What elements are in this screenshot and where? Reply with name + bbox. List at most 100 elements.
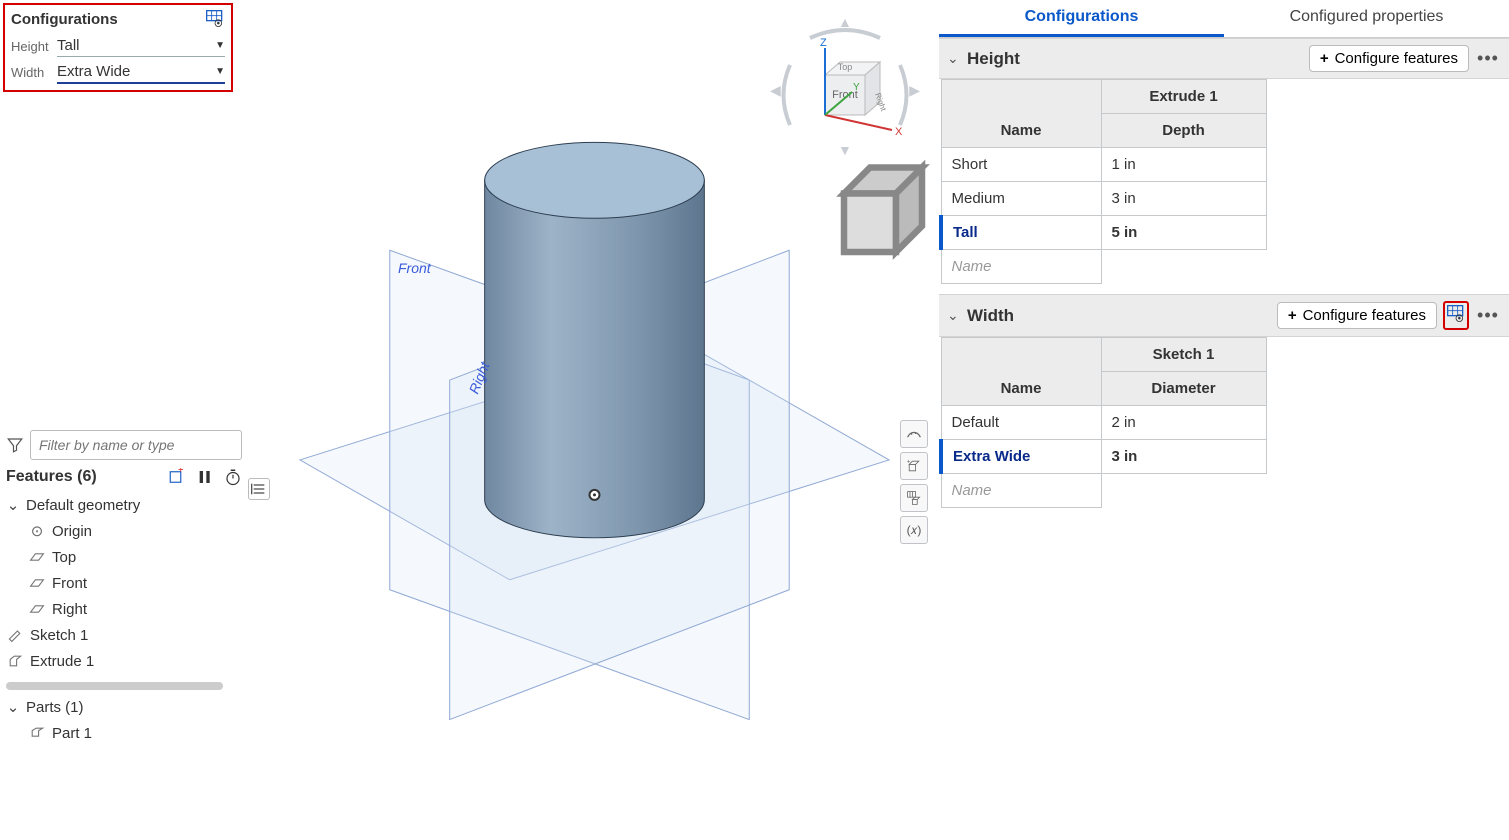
width-feature-header: Sketch 1	[1101, 338, 1266, 372]
add-row-placeholder[interactable]: Name	[941, 250, 1101, 284]
features-heading: Features (6)	[6, 468, 158, 486]
row-name[interactable]: Default	[941, 406, 1101, 440]
name-header: Name	[941, 338, 1101, 406]
add-feature-icon[interactable]	[168, 468, 186, 486]
top-plane-label: Top	[52, 549, 76, 566]
sketch-icon	[6, 626, 24, 644]
sketch-label: Sketch 1	[30, 627, 88, 644]
right-plane-label: Right	[52, 601, 87, 618]
sketch-node[interactable]: Sketch 1	[6, 622, 242, 648]
plus-icon: +	[1288, 307, 1297, 324]
default-geometry-label: Default geometry	[26, 497, 140, 514]
row-name[interactable]: Short	[941, 148, 1101, 182]
row-name[interactable]: Tall	[941, 216, 1101, 250]
configure-features-button[interactable]: + Configure features	[1309, 45, 1469, 72]
part-label: Part 1	[52, 725, 92, 742]
width-value: Extra Wide	[57, 63, 130, 80]
filter-input[interactable]	[30, 430, 242, 460]
config-float-panel: Configurations Height Tall ▼ Width Extra…	[3, 3, 233, 92]
x-axis-label: X	[895, 126, 903, 138]
height-section-header[interactable]: ⌄ Height + Configure features •••	[939, 38, 1509, 79]
grid-visibility-icon[interactable]	[205, 9, 225, 29]
caret-down-icon: ▼	[215, 66, 225, 77]
stopwatch-icon[interactable]	[224, 468, 242, 486]
cube-up-arrow[interactable]: ▲	[838, 14, 852, 30]
add-row-placeholder[interactable]: Name	[941, 474, 1101, 508]
appearance-tool[interactable]	[900, 420, 928, 448]
scrollbar[interactable]	[6, 682, 223, 690]
y-axis-label: Y	[853, 82, 860, 93]
plus-icon: +	[1320, 50, 1329, 67]
viewport-tool-column: + (𝑥)	[900, 420, 930, 548]
row-value[interactable]: 1 in	[1101, 148, 1266, 182]
extrude-node[interactable]: Extrude 1	[6, 648, 242, 674]
parts-label: Parts (1)	[26, 699, 84, 716]
height-param-header: Depth	[1101, 114, 1266, 148]
front-plane-node[interactable]: Front	[28, 570, 242, 596]
row-name[interactable]: Medium	[941, 182, 1101, 216]
row-value[interactable]: 2 in	[1101, 406, 1266, 440]
extrude-label: Extrude 1	[30, 653, 94, 670]
height-section-title: Height	[967, 49, 1303, 69]
variable-tool[interactable]: (𝑥)	[900, 516, 928, 544]
table-row[interactable]: Tall 5 in	[941, 216, 1266, 250]
tab-configurations[interactable]: Configurations	[939, 0, 1224, 37]
width-grid-visibility-highlighted[interactable]	[1443, 301, 1469, 330]
svg-text:+: +	[907, 459, 911, 466]
kebab-menu-icon[interactable]: •••	[1475, 303, 1501, 329]
table-row[interactable]: Medium 3 in	[941, 182, 1266, 216]
top-plane-node[interactable]: Top	[28, 544, 242, 570]
width-section-title: Width	[967, 306, 1271, 326]
part-icon	[28, 724, 46, 742]
configure-features-button[interactable]: + Configure features	[1277, 302, 1437, 329]
plane-icon	[28, 600, 46, 618]
part-node[interactable]: Part 1	[28, 720, 242, 746]
table-row[interactable]: Extra Wide 3 in	[941, 440, 1266, 474]
chevron-down-icon: ⌄	[947, 50, 961, 67]
height-feature-header: Extrude 1	[1101, 80, 1266, 114]
right-plane-node[interactable]: Right	[28, 596, 242, 622]
extrude-icon	[6, 652, 24, 670]
table-row[interactable]: Short 1 in	[941, 148, 1266, 182]
cube-right-arrow[interactable]: ▶	[909, 82, 920, 99]
view-cube[interactable]: ▲ ◀ ▶ ▼ Top Front Right Z X Y ▼	[780, 20, 910, 180]
origin-node[interactable]: ⊙ Origin	[28, 518, 242, 544]
width-config-table: Name Sketch 1 Diameter Default 2 in Extr…	[939, 337, 1267, 508]
width-section-header[interactable]: ⌄ Width + Configure features •••	[939, 294, 1509, 337]
front-plane-label: Front	[52, 575, 87, 592]
default-geometry-node[interactable]: ⌄ Default geometry	[6, 492, 242, 518]
row-name[interactable]: Extra Wide	[941, 440, 1101, 474]
filter-icon[interactable]	[6, 436, 24, 454]
configure-features-label: Configure features	[1335, 50, 1458, 67]
table-row[interactable]: Default 2 in	[941, 406, 1266, 440]
insert-part-tool[interactable]: +	[900, 452, 928, 480]
chevron-down-icon: ⌄	[6, 698, 20, 716]
cube-left-arrow[interactable]: ◀	[770, 82, 781, 99]
table-row-add[interactable]: Name	[941, 250, 1266, 284]
row-value[interactable]: 3 in	[1101, 440, 1266, 474]
origin-label: Origin	[52, 523, 92, 540]
height-value: Tall	[57, 37, 80, 54]
caret-down-icon: ▼	[215, 40, 225, 51]
feature-panel: Features (6) ⌄ Default geometry ⊙ Origin…	[6, 430, 242, 746]
outline-panel-toggle[interactable]	[248, 478, 270, 500]
front-plane-viewport-label: Front	[398, 260, 431, 276]
kebab-menu-icon[interactable]: •••	[1475, 46, 1501, 72]
row-value[interactable]: 5 in	[1101, 216, 1266, 250]
name-header: Name	[941, 80, 1101, 148]
row-value[interactable]: 3 in	[1101, 182, 1266, 216]
chevron-down-icon: ⌄	[947, 307, 961, 324]
plane-icon	[28, 574, 46, 592]
parts-node[interactable]: ⌄ Parts (1)	[6, 694, 242, 720]
tab-configured-properties[interactable]: Configured properties	[1224, 0, 1509, 37]
grid-visibility-icon[interactable]	[1446, 304, 1466, 324]
config-cube-tool[interactable]	[900, 484, 928, 512]
width-label: Width	[11, 65, 57, 80]
table-row-add[interactable]: Name	[941, 474, 1266, 508]
cube-top-label: Top	[838, 62, 853, 72]
height-label: Height	[11, 39, 57, 54]
height-dropdown[interactable]: Tall ▼	[57, 35, 225, 57]
pause-icon[interactable]	[196, 468, 214, 486]
z-axis-label: Z	[820, 37, 827, 49]
width-dropdown[interactable]: Extra Wide ▼	[57, 61, 225, 84]
